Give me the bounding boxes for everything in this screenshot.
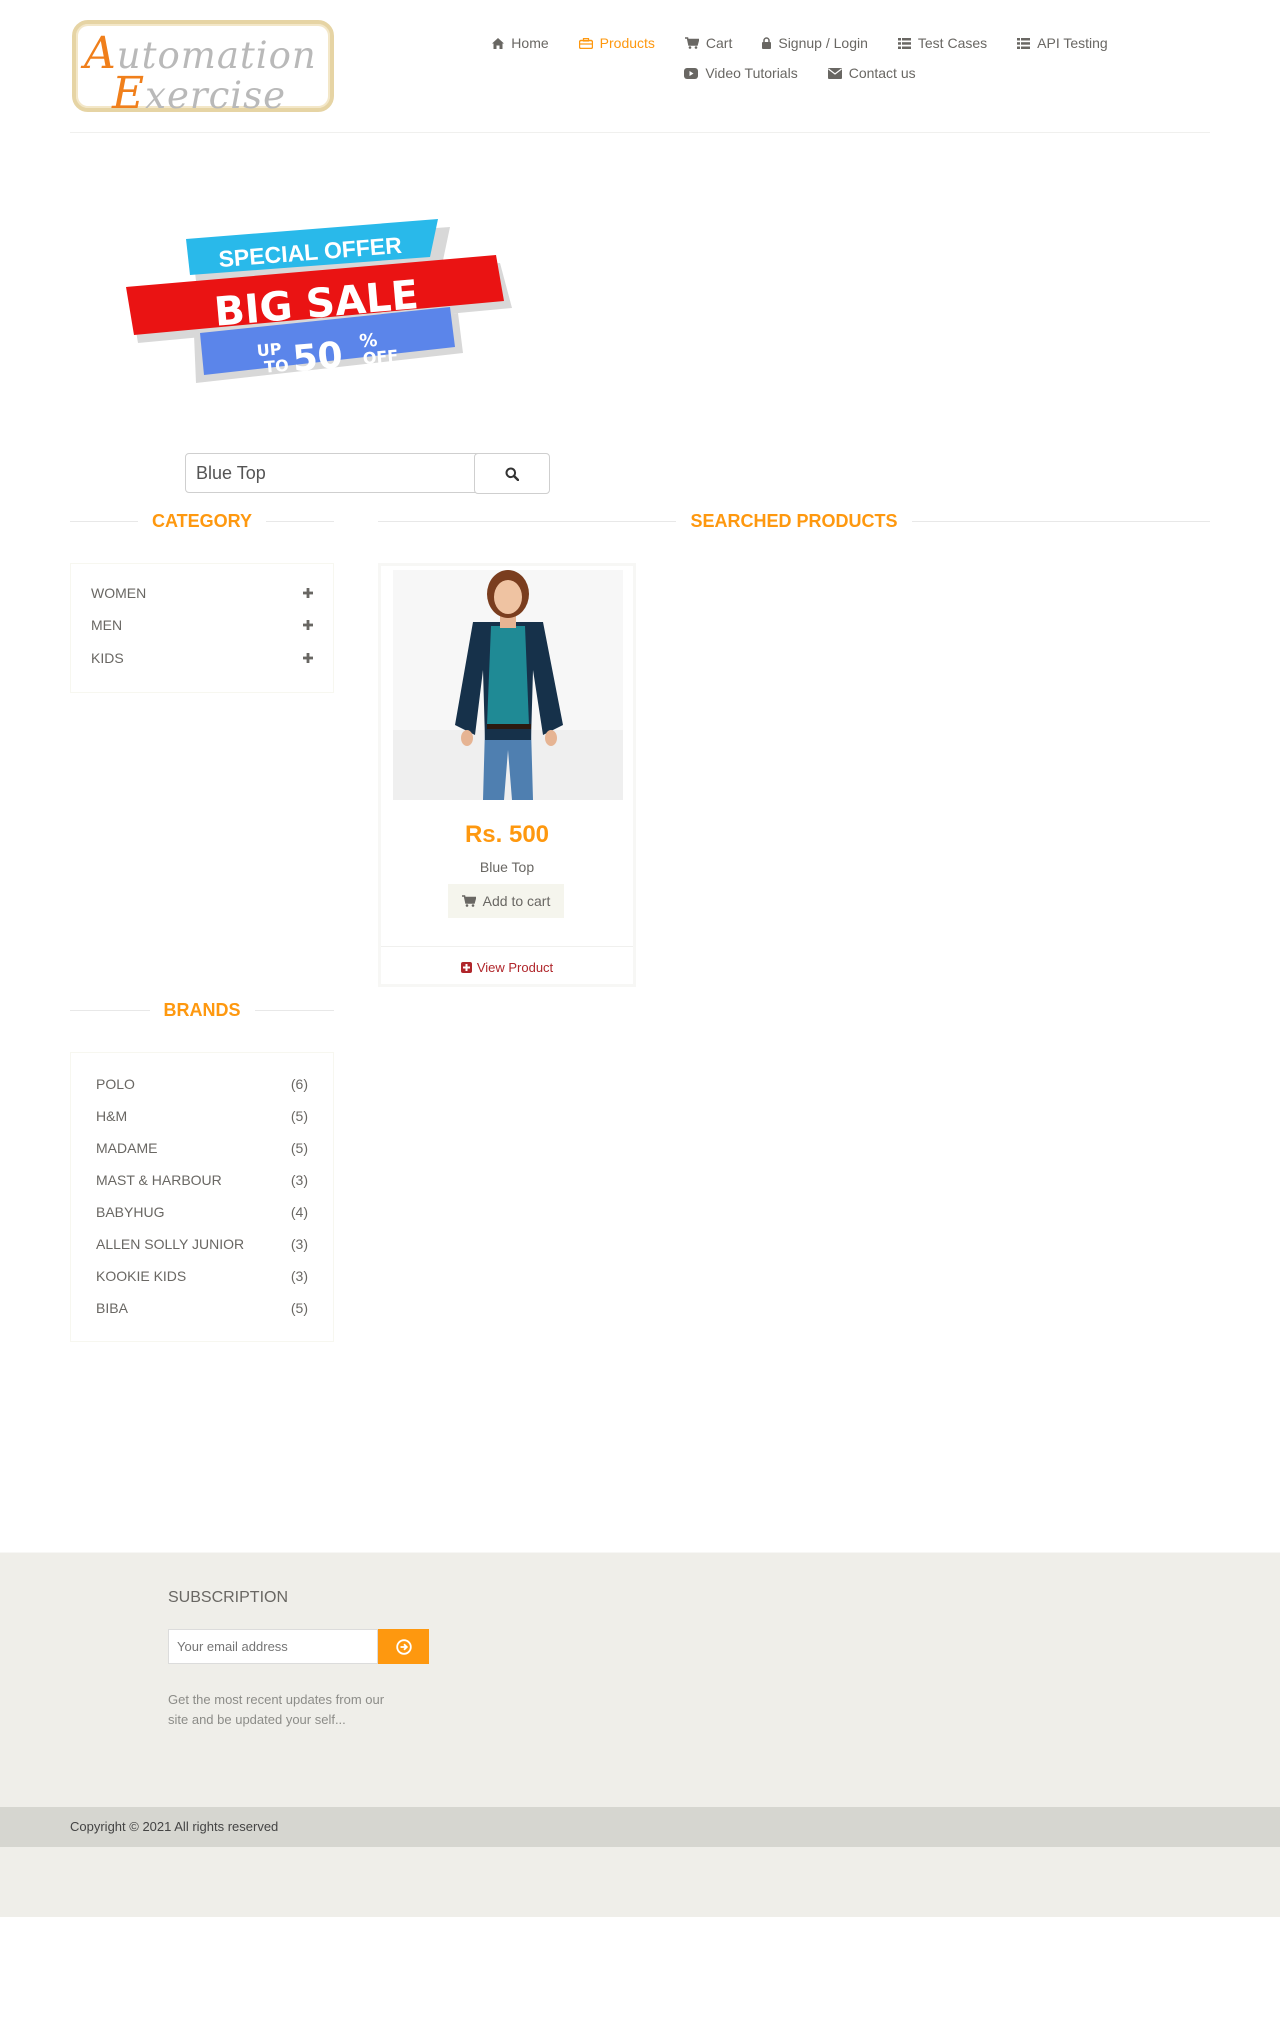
subscription-title: Subscription (168, 1589, 289, 1606)
lock-icon (762, 37, 772, 49)
view-product-link[interactable]: View Product (381, 960, 633, 975)
brand-count: (4) (290, 1204, 308, 1220)
arrow-circle-right-icon (395, 1638, 412, 1655)
product-image[interactable] (393, 570, 623, 800)
nav-api-testing[interactable]: API Testing (1017, 35, 1108, 51)
main-nav: Home Products Cart Signup / Login Test C… (470, 28, 1130, 88)
home-icon (492, 37, 505, 49)
briefcase-icon (578, 37, 593, 49)
searched-products-heading: Searched Products (378, 511, 1210, 532)
searched-products-title: Searched Products (690, 511, 898, 531)
banner-off: OFF (362, 346, 399, 368)
brand-count: (5) (290, 1108, 308, 1124)
list-icon (897, 37, 911, 49)
add-to-cart-button[interactable]: Add to cart (448, 884, 564, 918)
category-item-women[interactable]: Women (91, 585, 313, 601)
logo-line-2: Exercise (112, 68, 287, 119)
brand-item-babyhug[interactable]: Babyhug (4) (96, 1204, 308, 1220)
nav-api-testing-label: API Testing (1037, 35, 1108, 51)
nav-signup-login[interactable]: Signup / Login (762, 35, 868, 51)
search-button[interactable] (474, 453, 550, 494)
nav-products-label: Products (599, 35, 655, 51)
nav-video-tutorials[interactable]: Video Tutorials (684, 65, 798, 81)
category-title: Category (152, 511, 253, 531)
brands-panel: Polo (6) H&M (5) Madame (5) Mast & Harbour (… (70, 1052, 334, 1342)
site-logo[interactable]: Automation Exercise (72, 20, 334, 119)
brand-item-mast-harbour[interactable]: Mast & Harbour (3) (96, 1172, 308, 1188)
category-item-kids[interactable]: Kids (91, 650, 313, 666)
subscribe-button[interactable] (378, 1629, 429, 1664)
category-heading: Category (70, 511, 335, 532)
brand-name: Babyhug (96, 1204, 165, 1220)
search-input[interactable] (185, 453, 481, 493)
plus-icon (303, 653, 313, 663)
brand-count: (3) (290, 1268, 308, 1284)
nav-home[interactable]: Home (492, 35, 549, 51)
nav-test-cases[interactable]: Test Cases (897, 35, 988, 51)
brand-count: (6) (290, 1076, 308, 1092)
header-divider (70, 132, 1210, 133)
search-icon (505, 467, 519, 481)
subscription-email-input[interactable] (168, 1629, 378, 1664)
brand-item-madame[interactable]: Madame (5) (96, 1140, 308, 1156)
nav-contact-us-label: Contact us (848, 65, 916, 81)
brands-title: Brands (163, 1000, 241, 1020)
product-card: Rs. 500 Blue Top Add to cart View Produc… (378, 563, 636, 987)
nav-contact-us[interactable]: Contact us (827, 65, 916, 81)
brand-item-allen-solly-junior[interactable]: Allen Solly Junior (3) (96, 1236, 308, 1252)
plus-icon (303, 620, 313, 630)
category-item-men[interactable]: Men (91, 617, 313, 633)
brand-item-polo[interactable]: Polo (6) (96, 1076, 308, 1092)
brand-count: (5) (290, 1140, 308, 1156)
brand-name: Madame (96, 1140, 158, 1156)
nav-products[interactable]: Products (578, 35, 655, 51)
product-name: Blue Top (479, 859, 535, 875)
category-label: Kids (91, 650, 124, 666)
subscription-text: Get the most recent updates from our sit… (168, 1692, 385, 1727)
nav-test-cases-label: Test Cases (917, 35, 988, 51)
nav-cart[interactable]: Cart (684, 35, 733, 51)
product-price: Rs. 500 (464, 821, 550, 848)
nav-cart-label: Cart (705, 35, 733, 51)
footer-bottom-bar: Copyright © 2021 All rights reserved (0, 1807, 1280, 1847)
copyright-text: Copyright © 2021 All rights reserved (70, 1819, 279, 1834)
plus-square-icon (460, 962, 472, 973)
list-icon (1017, 37, 1031, 49)
brand-count: (3) (290, 1172, 308, 1188)
envelope-icon (827, 67, 842, 79)
cart-icon (461, 895, 476, 907)
plus-icon (303, 588, 313, 598)
brand-count: (3) (290, 1236, 308, 1252)
brand-item-hm[interactable]: H&M (5) (96, 1108, 308, 1124)
youtube-play-icon (684, 67, 699, 79)
cart-icon (684, 37, 699, 49)
brand-name: H&M (96, 1108, 128, 1124)
nav-signup-login-label: Signup / Login (778, 35, 868, 51)
category-label: Women (91, 585, 147, 601)
brands-heading: Brands (70, 1000, 335, 1021)
banner-to: TO (263, 356, 289, 377)
sale-banner: SPECIAL OFFER BIG SALE UP TO 50 % OFF (126, 219, 512, 383)
woman-model-image (393, 570, 623, 800)
brand-name: Polo (96, 1076, 135, 1092)
brand-item-biba[interactable]: Biba (5) (96, 1300, 308, 1316)
brand-name: Kookie Kids (96, 1268, 187, 1284)
card-divider (381, 946, 633, 947)
brand-count: (5) (290, 1300, 308, 1316)
footer-base (0, 1847, 1280, 1917)
brand-name: Biba (96, 1300, 128, 1316)
nav-home-label: Home (511, 35, 549, 51)
brand-item-kookie-kids[interactable]: Kookie Kids (3) (96, 1268, 308, 1284)
brand-name: Allen Solly Junior (96, 1236, 245, 1252)
category-panel: Women Men Kids (70, 563, 334, 693)
category-label: Men (91, 617, 123, 633)
logo-initial: E (112, 68, 146, 119)
banner-value: 50 (291, 335, 344, 380)
add-to-cart-label: Add to cart (482, 893, 551, 909)
brand-name: Mast & Harbour (96, 1172, 222, 1188)
view-product-label: View Product (476, 960, 554, 975)
nav-video-tutorials-label: Video Tutorials (705, 65, 798, 81)
